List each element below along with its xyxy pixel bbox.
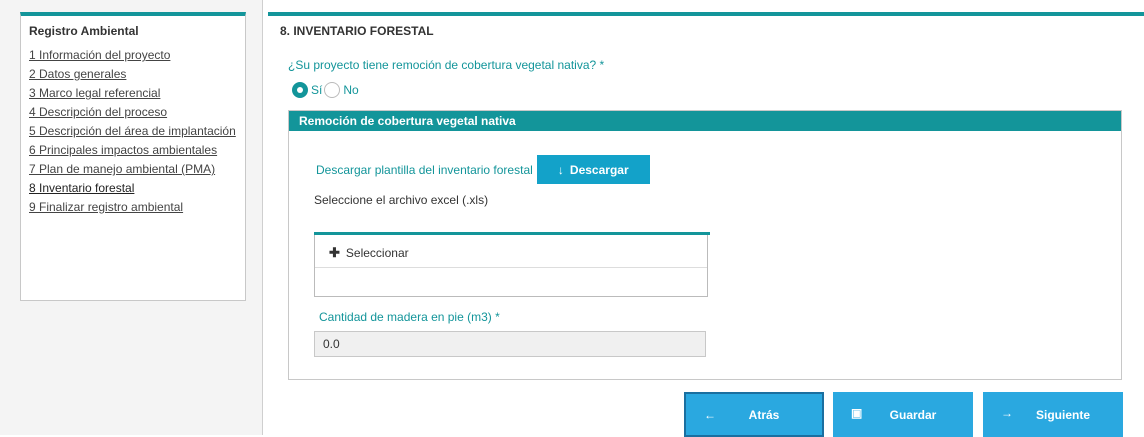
arrow-right-icon: → (1001, 406, 1013, 420)
select-button-label: Seleccionar (345, 246, 409, 260)
upload-top-bar (314, 232, 710, 235)
file-upload: ✚ Seleccionar (314, 232, 710, 297)
radio-no[interactable] (324, 82, 341, 98)
radio-yes-label[interactable]: Sí (311, 83, 322, 97)
panel-header: Remoción de cobertura vegetal nativa (289, 111, 1121, 131)
sidebar-item-datos-generales[interactable]: 2 Datos generales (29, 68, 237, 81)
plus-icon: ✚ (329, 245, 340, 260)
next-button[interactable]: → Siguiente (983, 392, 1123, 437)
sidebar-item-inventario-forestal[interactable]: 8 Inventario forestal (29, 182, 237, 195)
radio-no-label[interactable]: No (343, 83, 358, 97)
radio-group: Sí No (292, 82, 361, 98)
floppy-icon: ▣ (851, 406, 863, 420)
arrow-left-icon: ← (704, 408, 716, 422)
sidebar-title: Registro Ambiental (29, 24, 139, 38)
question-label: ¿Su proyecto tiene remoción de cobertura… (288, 58, 605, 72)
save-button[interactable]: ▣ Guardar (833, 392, 973, 437)
file-label: Seleccione el archivo excel (.xls) (314, 193, 489, 207)
download-row: Descargar plantilla del inventario fores… (316, 155, 650, 184)
quantity-field[interactable]: 0.0 (314, 331, 706, 357)
sidebar-item-marco-legal[interactable]: 3 Marco legal referencial (29, 87, 237, 100)
sidebar-item-informacion[interactable]: 1 Información del proyecto (29, 49, 237, 62)
sidebar-item-finalizar[interactable]: 9 Finalizar registro ambiental (29, 201, 237, 214)
removal-panel: Remoción de cobertura vegetal nativa Des… (288, 110, 1122, 380)
vertical-divider (262, 0, 263, 435)
radio-yes[interactable] (292, 82, 308, 98)
download-button[interactable]: ↓ Descargar (536, 155, 650, 184)
back-button[interactable]: ← Atrás (684, 392, 824, 437)
sidebar: Registro Ambiental 1 Información del pro… (20, 12, 246, 301)
main-top-bar (268, 12, 1144, 16)
page-title: 8. INVENTARIO FORESTAL (280, 24, 434, 38)
arrow-down-icon: ↓ (557, 162, 564, 177)
quantity-label: Cantidad de madera en pie (m3) * (319, 310, 500, 324)
upload-separator (315, 267, 707, 268)
download-text: Descargar plantilla del inventario fores… (316, 162, 533, 177)
sidebar-item-descripcion-area[interactable]: 5 Descripción del área de implantación (29, 125, 237, 138)
sidebar-item-impactos[interactable]: 6 Principales impactos ambientales (29, 144, 237, 157)
download-button-label: Descargar (569, 162, 629, 177)
select-button[interactable]: ✚ Seleccionar (329, 245, 409, 261)
sidebar-item-pma[interactable]: 7 Plan de manejo ambiental (PMA) (29, 163, 237, 176)
sidebar-item-descripcion-proceso[interactable]: 4 Descripción del proceso (29, 106, 237, 119)
